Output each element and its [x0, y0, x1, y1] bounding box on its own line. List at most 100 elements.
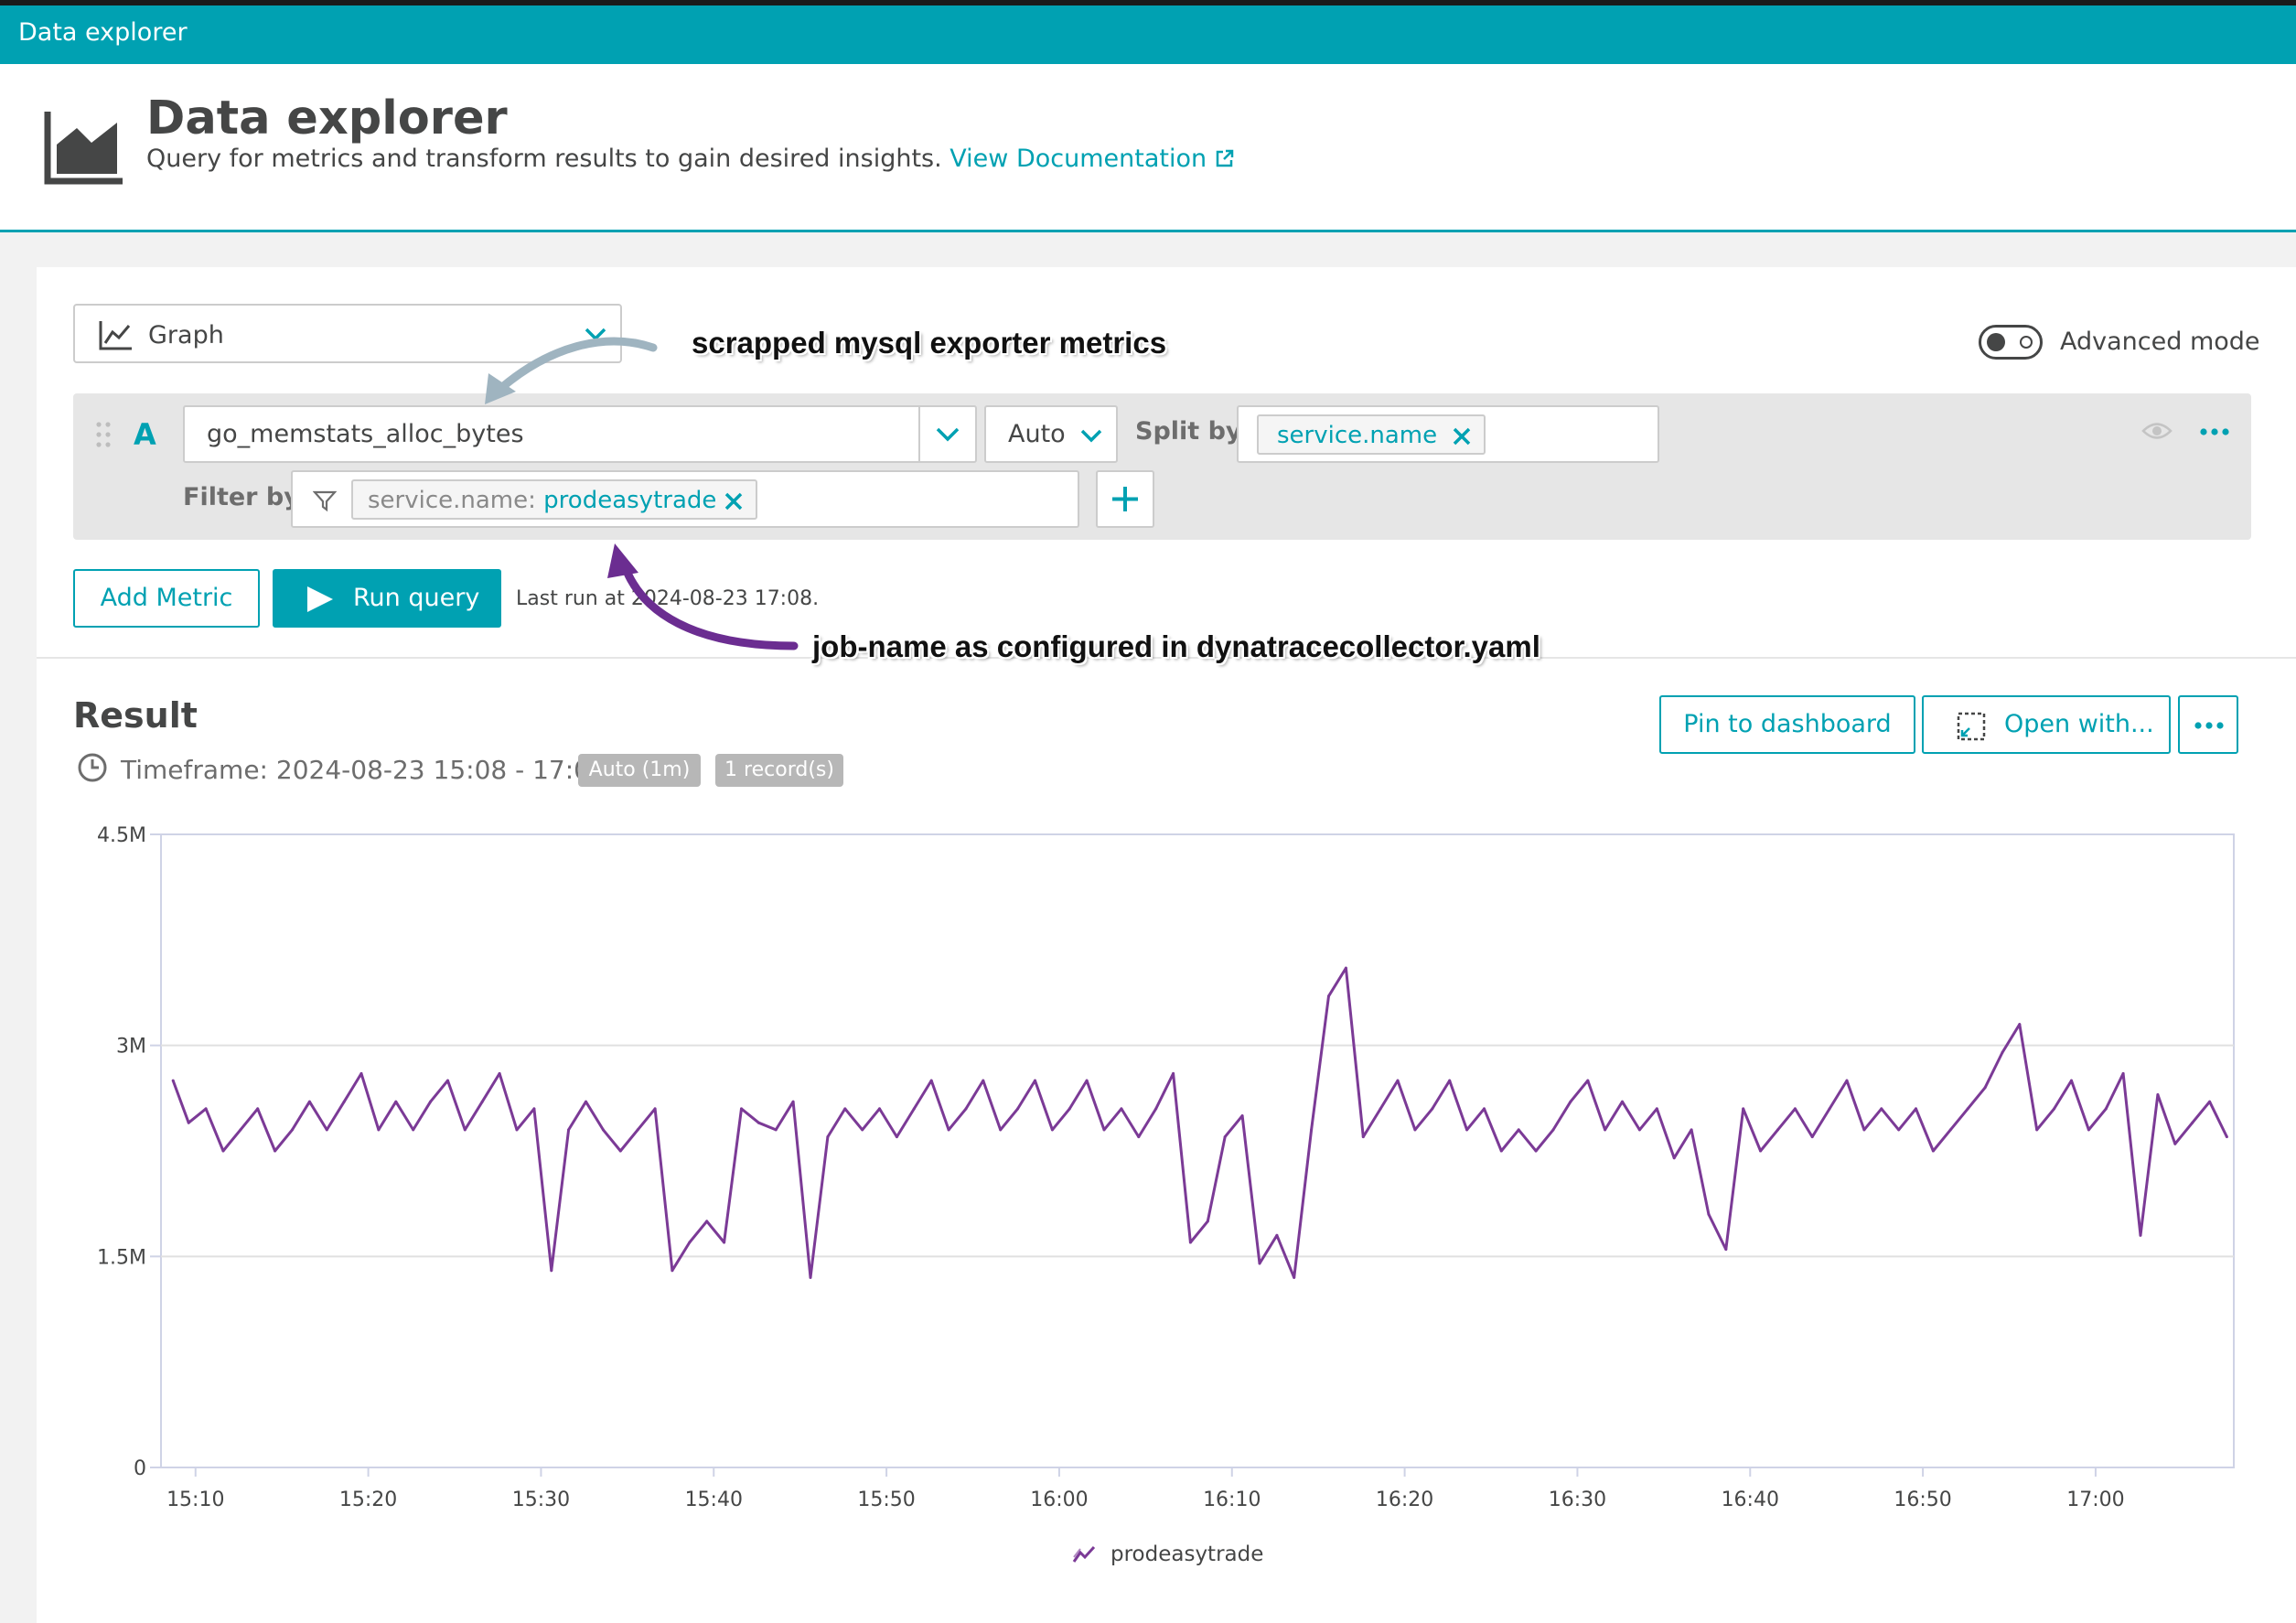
x-tick-label: 15:40 [685, 1489, 743, 1511]
data-point [1776, 1128, 1779, 1132]
data-point [307, 1100, 311, 1103]
y-tick-label: 4.5M [97, 824, 146, 847]
data-point [1759, 1149, 1763, 1153]
data-point [2191, 1121, 2194, 1124]
result-title: Result [73, 695, 198, 736]
x-tick-label: 16:40 [1722, 1489, 1779, 1511]
data-point [809, 1275, 812, 1279]
data-point [1655, 1107, 1658, 1111]
x-tick-label: 15:20 [339, 1489, 397, 1511]
data-point [463, 1128, 467, 1132]
line-chart: 0 1.5M 3M 4.5M 15:10 15:20 15:30 15:40 15:50 16:… [97, 824, 2235, 1511]
x-tick-label: 15:30 [512, 1489, 570, 1511]
data-point [1966, 1107, 1969, 1111]
data-point [1828, 1107, 1831, 1111]
data-point [843, 1107, 847, 1111]
data-point [1050, 1128, 1054, 1132]
data-point [585, 1100, 587, 1103]
data-point [947, 1128, 950, 1132]
data-point [1206, 1220, 1209, 1223]
data-point [325, 1128, 328, 1132]
data-point [567, 1128, 571, 1132]
data-point [1258, 1262, 1261, 1265]
data-point [723, 1241, 726, 1244]
pin-to-dashboard-button[interactable]: Pin to dashboard [1659, 695, 1915, 754]
data-point [912, 1107, 916, 1111]
data-point [601, 1128, 605, 1132]
data-point [1361, 1135, 1365, 1139]
data-point [1845, 1079, 1849, 1082]
data-point [1880, 1107, 1883, 1111]
data-point [1120, 1107, 1123, 1111]
data-point [861, 1128, 864, 1132]
data-point [359, 1071, 363, 1075]
x-tick-label: 16:10 [1203, 1489, 1261, 1511]
data-point [1344, 966, 1347, 970]
data-point [1240, 1114, 1244, 1118]
data-point [1724, 1248, 1728, 1252]
data-point [929, 1079, 933, 1082]
data-point [1396, 1079, 1400, 1082]
data-point [1275, 1233, 1279, 1237]
data-point [1897, 1128, 1901, 1132]
data-point [2208, 1100, 2212, 1103]
data-point [1154, 1107, 1158, 1111]
data-point [274, 1149, 277, 1153]
result-more-button[interactable] [2178, 695, 2238, 754]
chart-grid [160, 833, 2235, 1468]
data-point [1379, 1107, 1382, 1111]
data-point [1810, 1135, 1814, 1139]
data-point [480, 1100, 484, 1103]
y-tick-label: 0 [134, 1457, 146, 1480]
open-with-button[interactable]: Open with... [1922, 695, 2171, 754]
x-tick-label: 15:50 [857, 1489, 915, 1511]
data-point [1327, 994, 1330, 998]
data-point [2121, 1071, 2125, 1075]
data-point [550, 1269, 553, 1273]
gray-arrow [497, 337, 658, 392]
data-point [1034, 1079, 1036, 1082]
y-axis: 0 1.5M 3M 4.5M [97, 824, 161, 1480]
data-point [653, 1107, 657, 1111]
data-point [2018, 1023, 2022, 1026]
annotation-metric-note: scrapped mysql exporter metrics [692, 326, 1167, 360]
x-tick-label: 17:00 [2066, 1489, 2124, 1511]
data-point [878, 1107, 881, 1111]
open-with-icon [1957, 712, 1986, 741]
x-tick-label: 16:00 [1030, 1489, 1088, 1511]
data-point [1137, 1135, 1141, 1139]
data-point [1016, 1107, 1020, 1111]
data-point [1690, 1128, 1693, 1132]
data-point [2053, 1107, 2056, 1111]
y-tick-label: 1.5M [97, 1246, 146, 1269]
x-tick-label: 16:30 [1549, 1489, 1606, 1511]
data-point [999, 1128, 1003, 1132]
purple-arrowhead [607, 543, 638, 578]
records-badge: 1 record(s) [715, 754, 843, 787]
data-point [1499, 1149, 1503, 1153]
data-point [1931, 1149, 1935, 1153]
data-point [705, 1220, 709, 1223]
data-point [1172, 1071, 1175, 1075]
plot-frame [160, 833, 2235, 1468]
data-point [671, 1269, 674, 1273]
data-point [498, 1071, 501, 1075]
data-point [2087, 1128, 2090, 1132]
data-point [377, 1128, 381, 1132]
data-point [740, 1107, 743, 1111]
legend-label: prodeasytrade [1110, 1542, 1264, 1566]
y-tick-label: 3M [116, 1036, 146, 1059]
data-point [1983, 1086, 1987, 1090]
data-point [532, 1107, 536, 1111]
data-point [1551, 1128, 1555, 1132]
data-point [1621, 1100, 1624, 1103]
data-point [1707, 1212, 1711, 1216]
data-point [636, 1128, 639, 1132]
series-layer [171, 966, 2228, 1279]
data-point [1188, 1241, 1192, 1244]
resolution-badge: Auto (1m) [578, 754, 701, 787]
data-point [982, 1079, 985, 1082]
data-point [1448, 1079, 1452, 1082]
data-point [446, 1079, 449, 1082]
data-point [1223, 1135, 1227, 1139]
